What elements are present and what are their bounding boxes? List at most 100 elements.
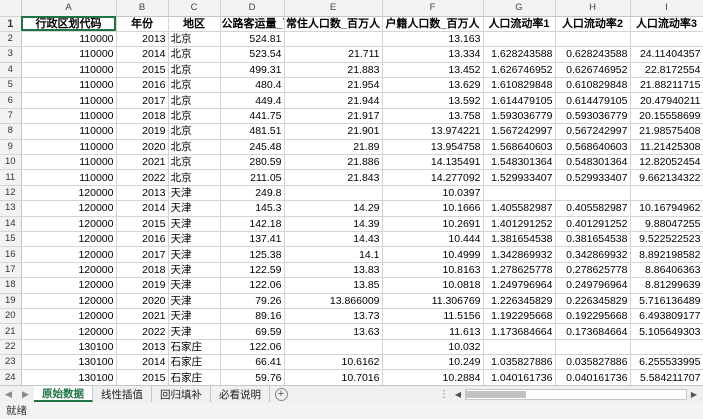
cell[interactable]: 北京	[168, 31, 221, 48]
cell[interactable]: 北京	[168, 92, 221, 109]
cell[interactable]: 0.381654538	[555, 231, 631, 248]
cell[interactable]: 0.249796964	[555, 277, 631, 294]
cell[interactable]: 245.48	[220, 139, 285, 156]
cell[interactable]: 449.4	[220, 92, 285, 109]
cell[interactable]: 122.06	[220, 277, 285, 294]
cell[interactable]: 2014	[116, 354, 169, 371]
cell[interactable]: 499.31	[220, 62, 285, 79]
cell[interactable]: 天津	[168, 308, 221, 325]
cell[interactable]: 0.628243588	[555, 46, 631, 63]
row-header[interactable]: 16	[0, 246, 22, 263]
cell[interactable]: 5.105649303	[630, 323, 703, 340]
cell[interactable]: 21.89	[284, 139, 383, 156]
cell[interactable]: 10.0397	[382, 185, 484, 202]
cell[interactable]: 0.040161736	[555, 369, 631, 385]
cell[interactable]: 10.4999	[382, 246, 484, 263]
cell[interactable]	[555, 31, 631, 48]
cell[interactable]: 145.3	[220, 200, 285, 217]
cell[interactable]: 天津	[168, 323, 221, 340]
cell[interactable]: 北京	[168, 46, 221, 63]
cell[interactable]: 0.548301364	[555, 154, 631, 171]
row-header[interactable]: 17	[0, 262, 22, 279]
row-header[interactable]: 18	[0, 277, 22, 294]
cell[interactable]: 137.41	[220, 231, 285, 248]
row-header[interactable]: 12	[0, 185, 22, 202]
cell[interactable]: 0.610829848	[555, 77, 631, 94]
cell[interactable]: 北京	[168, 62, 221, 79]
row-header[interactable]: 8	[0, 123, 22, 140]
cell[interactable]: 13.85	[284, 277, 383, 294]
cell[interactable]: 天津	[168, 277, 221, 294]
cell[interactable]: 11.21425308	[630, 139, 703, 156]
cell[interactable]	[284, 185, 383, 202]
cell[interactable]: 13.452	[382, 62, 484, 79]
cell[interactable]: 6.255533995	[630, 354, 703, 371]
cell[interactable]: 6.493809177	[630, 308, 703, 325]
column-header-a[interactable]: A	[21, 0, 117, 17]
cell[interactable]	[630, 339, 703, 356]
cell[interactable]: 441.75	[220, 108, 285, 125]
cell[interactable]: 1.192295668	[483, 308, 556, 325]
cell[interactable]: 5.716136489	[630, 293, 703, 309]
cell[interactable]: 1.567242997	[483, 123, 556, 140]
cell[interactable]: 10.444	[382, 231, 484, 248]
cell[interactable]: 1.342869932	[483, 246, 556, 263]
cell[interactable]: 524.81	[220, 31, 285, 48]
cell[interactable]: 8.81299639	[630, 277, 703, 294]
cell[interactable]: 1.040161736	[483, 369, 556, 385]
cell[interactable]: 120000	[21, 200, 117, 217]
cell[interactable]: 110000	[21, 77, 117, 94]
cell[interactable]: 北京	[168, 139, 221, 156]
cell[interactable]: 130100	[21, 369, 117, 385]
cell[interactable]: 1.249796964	[483, 277, 556, 294]
row-header[interactable]: 22	[0, 339, 22, 356]
cell[interactable]: 2018	[116, 108, 169, 125]
cell[interactable]: 66.41	[220, 354, 285, 371]
column-header-c[interactable]: C	[168, 0, 221, 17]
cell[interactable]: 石家庄	[168, 354, 221, 371]
cell[interactable]: 120000	[21, 185, 117, 202]
scroll-left-icon[interactable]: ◀	[453, 390, 463, 399]
row-header[interactable]: 11	[0, 169, 22, 186]
cell[interactable]: 481.51	[220, 123, 285, 140]
row-header[interactable]: 6	[0, 92, 22, 109]
cell[interactable]: 1.173684664	[483, 323, 556, 340]
cell[interactable]: 125.38	[220, 246, 285, 263]
cell[interactable]: 13.592	[382, 92, 484, 109]
cell[interactable]: 1.401291252	[483, 216, 556, 232]
cell[interactable]: 1.529933407	[483, 169, 556, 186]
cell[interactable]: 北京	[168, 154, 221, 171]
cell[interactable]: 249.8	[220, 185, 285, 202]
cell[interactable]: 9.522522523	[630, 231, 703, 248]
cell[interactable]: 59.76	[220, 369, 285, 385]
triangle-right-icon[interactable]: ▶	[17, 386, 34, 402]
cell[interactable]: 10.2884	[382, 369, 484, 385]
header-cell[interactable]: 人口流动率2	[555, 16, 631, 32]
header-cell[interactable]: 人口流动率1	[483, 16, 556, 32]
cell[interactable]: 120000	[21, 293, 117, 309]
cell[interactable]: 21.886	[284, 154, 383, 171]
cell[interactable]: 130100	[21, 339, 117, 356]
cell[interactable]: 10.16794962	[630, 200, 703, 217]
more-icon[interactable]: ⋮	[435, 386, 453, 402]
cell[interactable]: 211.05	[220, 169, 285, 186]
header-cell[interactable]: 常住人口数_百万人	[284, 16, 383, 32]
cell[interactable]: 21.88211715	[630, 77, 703, 94]
cell[interactable]: 13.758	[382, 108, 484, 125]
cell[interactable]: 21.711	[284, 46, 383, 63]
column-header-b[interactable]: B	[116, 0, 169, 17]
cell[interactable]: 天津	[168, 216, 221, 232]
cell[interactable]: 110000	[21, 139, 117, 156]
cell[interactable]: 69.59	[220, 323, 285, 340]
cell[interactable]: 1.278625778	[483, 262, 556, 279]
cell[interactable]: 0.567242997	[555, 123, 631, 140]
cell[interactable]: 10.249	[382, 354, 484, 371]
cell[interactable]: 10.1666	[382, 200, 484, 217]
cell[interactable]: 0.401291252	[555, 216, 631, 232]
scrollbar-thumb[interactable]	[466, 390, 526, 398]
cell[interactable]: 14.39	[284, 216, 383, 232]
cell[interactable]: 2016	[116, 77, 169, 94]
cell[interactable]: 2021	[116, 308, 169, 325]
cell[interactable]: 天津	[168, 293, 221, 309]
cell[interactable]: 122.06	[220, 339, 285, 356]
